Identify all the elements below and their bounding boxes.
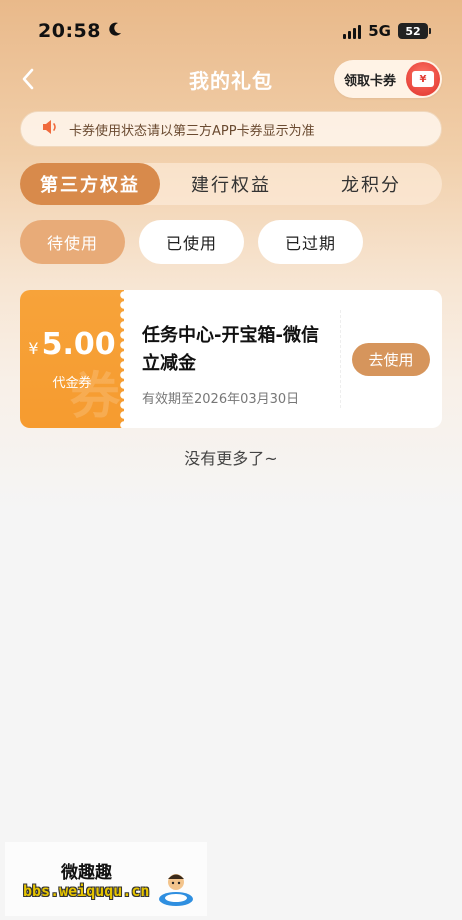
site-watermark: 微趣趣 bbs.weiququ.cn [5,842,207,916]
page-title: 我的礼包 [189,68,273,93]
category-tabs: 第三方权益 建行权益 龙积分 [20,163,442,205]
watermark-title: 微趣趣 [61,863,112,883]
status-filters: 待使用 已使用 已过期 [20,220,363,264]
coupon-serration [119,290,129,428]
status-time: 20:58 [38,20,101,42]
coupon-card-icon: ¥ [406,62,440,96]
list-end-text: 没有更多了~ [184,449,278,468]
tab-third-party[interactable]: 第三方权益 [20,163,160,205]
status-bar: 20:58 5G 52 [0,0,462,62]
filter-expired[interactable]: 已过期 [258,220,363,264]
mascot-icon [157,868,195,908]
filter-unused[interactable]: 待使用 [20,220,125,264]
filter-used[interactable]: 已使用 [139,220,244,264]
coupon-currency: ¥ [28,339,39,358]
use-coupon-button[interactable]: 去使用 [352,343,430,376]
coupon-value-panel: 券 ¥ 5.00 代金券 [20,290,129,428]
nav-bar: 我的礼包 领取卡券 ¥ [0,56,462,102]
tab-ccb-benefits[interactable]: 建行权益 [161,163,301,205]
claim-coupon-button[interactable]: 领取卡券 ¥ [334,60,442,98]
tab-dragon-points[interactable]: 龙积分 [301,163,441,205]
claim-coupon-label: 领取卡券 [344,73,397,89]
coupon-title: 任务中心-开宝箱-微信立减金 [142,325,319,374]
signal-icon [343,23,362,39]
notice-bar: 卡券使用状态请以第三方APP卡券显示为准 [20,111,442,147]
back-icon[interactable] [16,66,40,92]
coupon-watermark: 券 [70,367,120,425]
coupon-card: 券 ¥ 5.00 代金券 任务中心-开宝箱-微信立减金 有效期至2026年03月… [20,290,442,428]
speaker-icon [41,119,59,139]
coupon-divider [340,310,341,408]
coupon-card-glyph: ¥ [412,71,434,87]
battery-icon: 52 [398,23,431,39]
watermark-url: bbs.weiququ.cn [23,882,150,900]
moon-icon [107,21,123,41]
network-type: 5G [368,22,391,40]
coupon-expiry: 有效期至2026年03月30日 [142,392,300,407]
notice-text: 卡券使用状态请以第三方APP卡券显示为准 [69,123,315,139]
